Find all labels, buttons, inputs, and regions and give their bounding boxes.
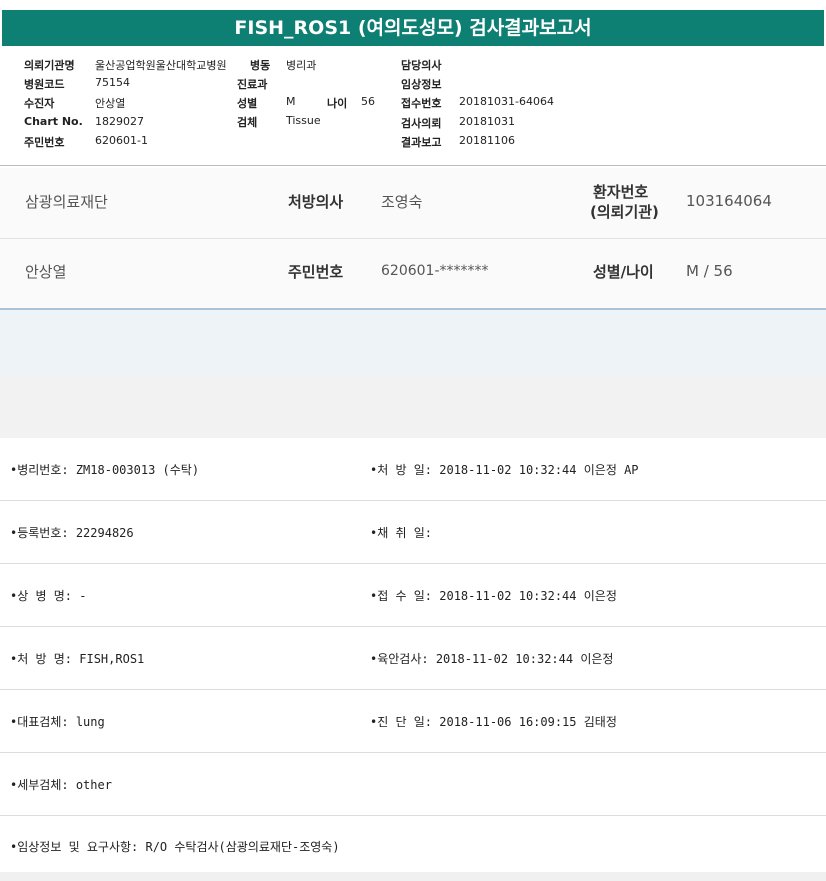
patient-id-label-line1: 환자번호 — [593, 183, 649, 201]
prescription-name: •처 방 명: FISH,ROS1 — [10, 652, 145, 666]
detail-row: •대표검체: lung •진 단 일: 2018-11-06 16:09:15 … — [0, 690, 826, 753]
patient-id-value: 103164064 — [686, 192, 772, 210]
request-label: 검사의뢰 — [401, 117, 442, 130]
report-title: FISH_ROS1 (여의도성모) 검사결과보고서 — [2, 10, 824, 46]
collection-date: •채 취 일: — [370, 526, 433, 540]
prescription-date: •처 방 일: 2018-11-02 10:32:44 이은정 AP — [370, 463, 639, 477]
clinical-request: •임상정보 및 요구사항: R/O 수탁검사(삼광의료재단-조영숙) — [10, 840, 340, 854]
clinical-info-label: 임상정보 — [401, 78, 442, 91]
hospital-code-label: 병원코드 — [24, 78, 65, 91]
prescriber-label: 처방의사 — [288, 193, 344, 211]
detail-row: •임상정보 및 요구사항: R/O 수탁검사(삼광의료재단-조영숙) — [0, 816, 826, 878]
report-date-value: 20181106 — [459, 134, 515, 147]
receipt-no-value: 20181031-64064 — [459, 95, 554, 108]
foundation-name: 삼광의료재단 — [25, 193, 108, 211]
detail-row: •상 병 명: - •접 수 일: 2018-11-02 10:32:44 이은… — [0, 564, 826, 627]
detail-row: •병리번호: ZM18-003013 (수탁) •처 방 일: 2018-11-… — [0, 438, 826, 501]
patient-summary-row-2: 안상열 주민번호 620601-******* 성별/나이 M / 56 — [0, 239, 826, 309]
patient-summary-bar: 삼광의료재단 처방의사 조영숙 환자번호 (의뢰기관) 103164064 안상… — [0, 168, 826, 308]
patient-name: 안상열 — [25, 263, 67, 281]
rrn-value: 620601-1 — [95, 134, 148, 147]
detail-row: •처 방 명: FISH,ROS1 •육안검사: 2018-11-02 10:3… — [0, 627, 826, 690]
gray-section-band — [0, 376, 826, 438]
patient-summary-row-1: 삼광의료재단 처방의사 조영숙 환자번호 (의뢰기관) 103164064 — [0, 168, 826, 239]
ward-label: 병동 — [250, 59, 271, 72]
receipt-date: •접 수 일: 2018-11-02 10:32:44 이은정 — [370, 589, 617, 603]
registration-number: •등록번호: 22294826 — [10, 526, 134, 540]
patient-value: 안상열 — [95, 97, 126, 110]
report-header-info: 의뢰기관명 울산공업학원울산대학교병원 병동 병리과 담당의사 병원코드 751… — [0, 50, 826, 166]
diagnosis-name: •상 병 명: - — [10, 589, 87, 603]
age-value: 56 — [361, 95, 375, 108]
dept-label: 진료과 — [237, 78, 268, 91]
pathology-details: •병리번호: ZM18-003013 (수탁) •처 방 일: 2018-11-… — [0, 438, 826, 878]
receipt-no-label: 접수번호 — [401, 97, 442, 110]
report-page: FISH_ROS1 (여의도성모) 검사결과보고서 의뢰기관명 울산공업학원울산… — [0, 0, 826, 881]
hospital-code-value: 75154 — [95, 76, 130, 89]
rrn-label: 주민번호 — [24, 136, 65, 149]
sex-value: M — [286, 95, 296, 108]
specimen-label: 검체 — [237, 116, 258, 129]
main-specimen: •대표검체: lung — [10, 715, 105, 729]
specimen-value: Tissue — [286, 114, 321, 127]
sex-age-value: M / 56 — [686, 262, 733, 280]
prescriber-value: 조영숙 — [381, 193, 423, 211]
age-label: 나이 — [327, 97, 348, 110]
institution-value: 울산공업학원울산대학교병원 — [95, 59, 227, 72]
sex-age-label: 성별/나이 — [593, 263, 654, 281]
doctor-label: 담당의사 — [401, 59, 442, 72]
patient-id-label-line2: (의뢰기관) — [590, 203, 659, 221]
institution-label: 의뢰기관명 — [24, 59, 75, 72]
bottom-band — [0, 872, 826, 881]
chart-no-label: Chart No. — [24, 115, 83, 128]
ward-value: 병리과 — [286, 59, 317, 72]
sex-label: 성별 — [237, 97, 258, 110]
report-date-label: 결과보고 — [401, 136, 442, 149]
sub-specimen: •세부검체: other — [10, 778, 112, 792]
request-value: 20181031 — [459, 115, 515, 128]
detail-row: •세부검체: other — [0, 753, 826, 816]
chart-no-value: 1829027 — [95, 115, 144, 128]
rrn-summary-value: 620601-******* — [381, 263, 489, 279]
diagnosis-date: •진 단 일: 2018-11-06 16:09:15 김태정 — [370, 715, 617, 729]
rrn-summary-label: 주민번호 — [288, 263, 344, 281]
blue-section-band — [0, 308, 826, 377]
patient-label: 수진자 — [24, 97, 55, 110]
detail-row: •등록번호: 22294826 •채 취 일: — [0, 501, 826, 564]
gross-exam-date: •육안검사: 2018-11-02 10:32:44 이은정 — [370, 652, 614, 666]
pathology-number: •병리번호: ZM18-003013 (수탁) — [10, 463, 200, 477]
